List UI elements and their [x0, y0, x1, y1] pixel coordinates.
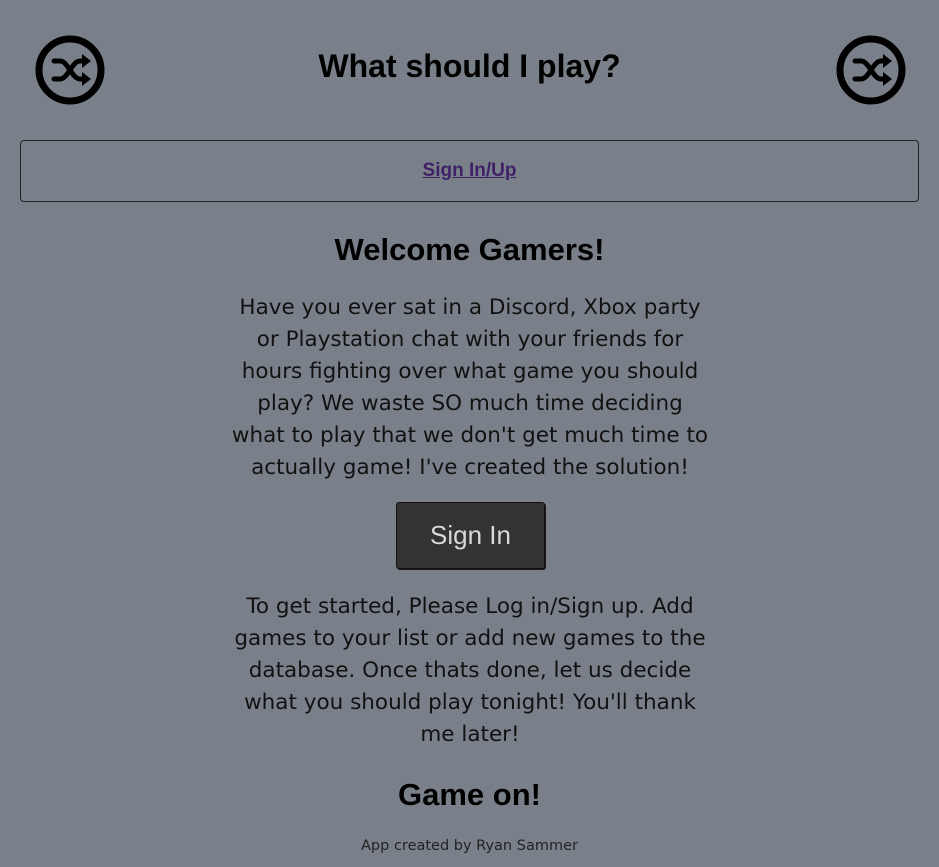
footer-credit: App created by Ryan Sammer [361, 838, 578, 854]
sign-in-button[interactable]: Sign In [396, 502, 545, 569]
page-title: What should I play? [318, 48, 621, 84]
page-header: What should I play? [0, 0, 939, 130]
instructions-text: To get started, Please Log in/Sign up. A… [234, 594, 706, 747]
shuffle-icon [836, 35, 906, 105]
signup-nav-bar: Sign In/Up [20, 140, 919, 202]
welcome-heading: Welcome Gamers! [334, 232, 605, 267]
closing-heading: Game on! [398, 777, 541, 812]
signup-link[interactable]: Sign In/Up [423, 160, 517, 182]
intro-text: Have you ever sat in a Discord, Xbox par… [231, 295, 709, 480]
